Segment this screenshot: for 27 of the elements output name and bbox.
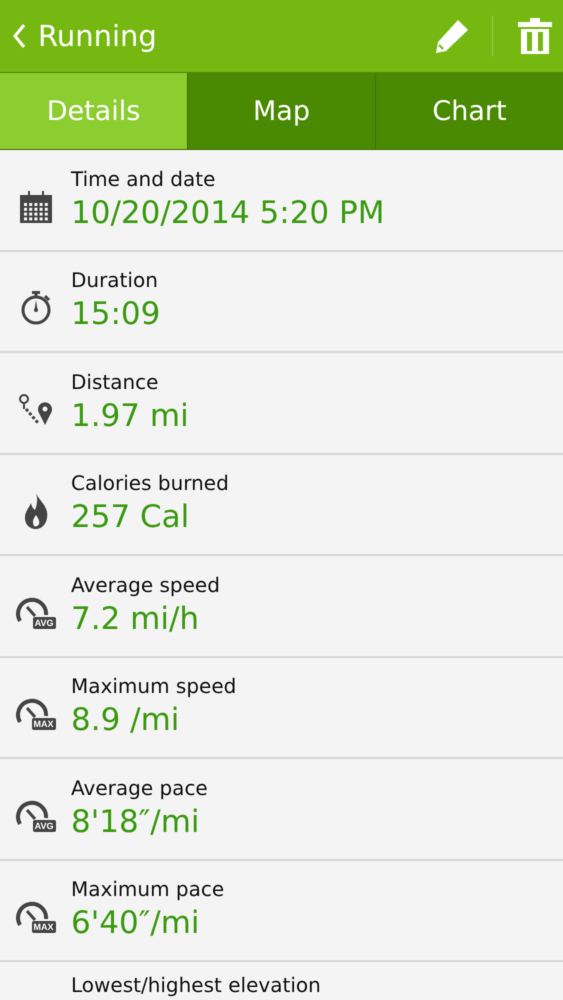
tab[interactable]: Chart xyxy=(375,73,563,149)
field-label: Time and date xyxy=(71,166,216,192)
back-button[interactable]: Running xyxy=(0,0,167,72)
trash-icon xyxy=(518,18,552,54)
field-value: 8.9 /mi xyxy=(71,701,180,740)
field-label: Duration xyxy=(71,267,159,294)
field-label: Lowest/highest elevation xyxy=(71,972,321,998)
field-label: Average speed xyxy=(71,572,220,598)
field-value: 6'40″/mi xyxy=(71,904,201,944)
back-icon xyxy=(12,23,26,49)
field-value: 1.97 mi xyxy=(71,396,189,436)
field-label: Distance xyxy=(71,368,160,395)
field-label: Maximum pace xyxy=(71,876,224,902)
field-value: 15:09 xyxy=(71,295,160,334)
tab[interactable]: Map xyxy=(187,73,375,149)
field-label: Calories burned xyxy=(71,470,229,496)
field-label: Average pace xyxy=(71,774,208,801)
route-icon xyxy=(18,392,52,427)
field-label: Maximum speed xyxy=(71,673,236,700)
field-value: 10/20/2014 5:20 PM xyxy=(71,194,384,233)
pencil-icon xyxy=(434,18,470,54)
calendar-icon xyxy=(20,190,52,223)
field-value: 257 Cal xyxy=(71,498,190,538)
field-value: 8'18″/mi xyxy=(71,802,201,842)
field-value: 7.2 mi/h xyxy=(71,600,200,639)
flame-icon xyxy=(22,493,48,530)
stopwatch-icon xyxy=(20,291,52,326)
